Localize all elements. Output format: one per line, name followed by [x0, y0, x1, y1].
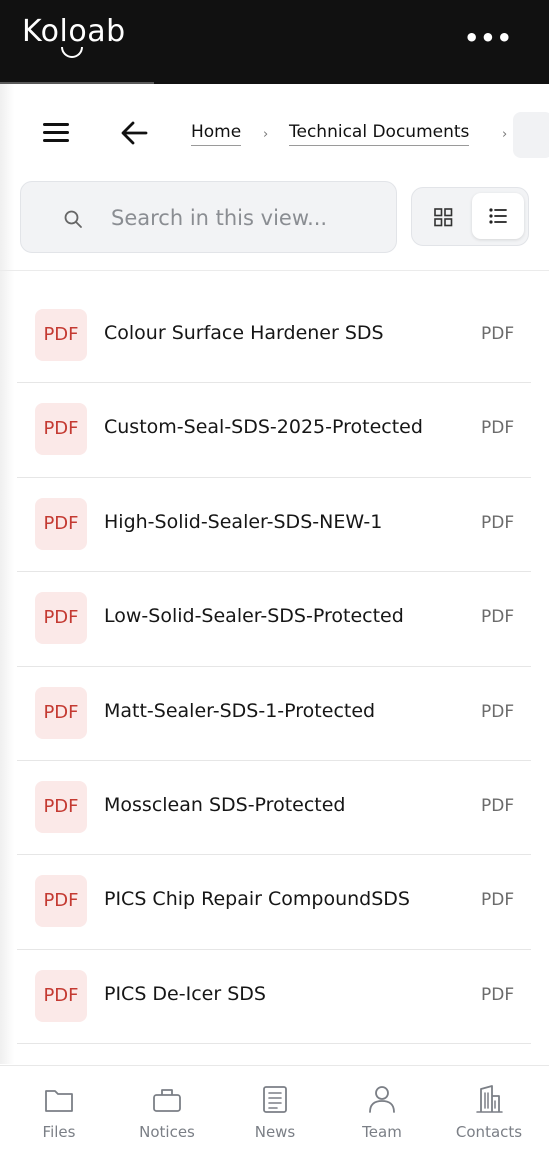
newspaper-icon: [263, 1086, 287, 1113]
grid-icon: [434, 208, 453, 227]
file-name: PICS De-Icer SDS: [104, 982, 266, 1005]
file-type: PDF: [481, 984, 515, 1005]
section-divider: [0, 270, 549, 271]
file-type: PDF: [481, 324, 515, 344]
more-options-icon[interactable]: •••: [464, 26, 513, 50]
pdf-file-icon: PDF: [35, 309, 87, 361]
logo-smile-mark: [61, 47, 83, 58]
file-row[interactable]: PDF Mossclean SDS-Protected PDF: [17, 761, 531, 856]
back-arrow-icon[interactable]: [120, 120, 148, 146]
tab-news-label: News: [254, 1123, 296, 1141]
search-input[interactable]: [111, 202, 381, 234]
file-name: Custom-Seal-SDS-2025-Protected: [104, 416, 423, 439]
folder-icon: [45, 1090, 73, 1112]
file-row[interactable]: PDF PICS De-Icer SDS PDF: [17, 950, 531, 1045]
loading-progress-bar: [0, 82, 154, 84]
menu-icon[interactable]: [43, 123, 69, 143]
app-logo: Koloab: [22, 14, 126, 49]
file-type: PDF: [481, 607, 515, 628]
file-name: Mossclean SDS-Protected: [104, 793, 346, 816]
file-row[interactable]: PDF Colour Surface Hardener SDS PDF: [17, 289, 531, 384]
file-list: PDF Colour Surface Hardener SDS PDF PDF …: [17, 289, 531, 1045]
tab-files-label: Files: [42, 1123, 76, 1141]
tab-files[interactable]: Files: [4, 1066, 114, 1159]
file-name: High-Solid-Sealer-SDS-NEW-1: [104, 510, 383, 533]
pdf-file-icon: PDF: [35, 686, 87, 739]
breadcrumb-technical-documents[interactable]: Technical Documents: [289, 122, 470, 146]
file-row[interactable]: PDF PICS Chip Repair CompoundSDS PDF: [17, 855, 531, 950]
tab-notices[interactable]: Notices: [112, 1066, 222, 1159]
person-icon: [369, 1086, 395, 1113]
file-type: PDF: [481, 512, 515, 533]
view-toggle: [411, 187, 529, 246]
file-type: PDF: [481, 890, 515, 911]
bottom-navigation: Files Notices News Team Contacts: [0, 1065, 549, 1159]
file-type: PDF: [481, 418, 515, 439]
search-icon: [64, 210, 82, 228]
list-view-button[interactable]: [472, 193, 524, 239]
list-icon: [489, 208, 507, 224]
breadcrumb-separator: ›: [502, 127, 508, 142]
tab-team[interactable]: Team: [327, 1066, 437, 1159]
file-name: Low-Solid-Sealer-SDS-Protected: [104, 605, 404, 628]
tab-notices-label: Notices: [139, 1123, 195, 1141]
briefcase-icon: [153, 1089, 181, 1112]
breadcrumb-home[interactable]: Home: [191, 122, 242, 146]
tab-contacts-label: Contacts: [455, 1123, 523, 1141]
breadcrumb-separator: ›: [263, 127, 269, 142]
breadcrumb-overflow-item[interactable]: [513, 112, 549, 158]
tab-contacts[interactable]: Contacts: [434, 1066, 544, 1159]
pdf-file-icon: PDF: [35, 780, 87, 833]
pdf-file-icon: PDF: [35, 592, 87, 645]
file-row[interactable]: PDF High-Solid-Sealer-SDS-NEW-1 PDF: [17, 478, 531, 573]
file-row[interactable]: PDF Low-Solid-Sealer-SDS-Protected PDF: [17, 572, 531, 667]
tab-news[interactable]: News: [220, 1066, 330, 1159]
grid-view-button[interactable]: [422, 194, 464, 239]
building-icon: [476, 1085, 503, 1113]
drawer-edge-shadow: [0, 84, 14, 1064]
pdf-file-icon: PDF: [35, 875, 87, 928]
file-type: PDF: [481, 795, 515, 816]
app-header: Koloab •••: [0, 0, 549, 84]
search-box: [20, 181, 397, 253]
pdf-file-icon: PDF: [35, 969, 87, 1022]
file-row[interactable]: PDF Custom-Seal-SDS-2025-Protected PDF: [17, 383, 531, 478]
file-name: Matt-Sealer-SDS-1-Protected: [104, 699, 376, 722]
tab-team-label: Team: [362, 1123, 402, 1141]
pdf-file-icon: PDF: [35, 403, 87, 456]
navigation-bar: Home › Technical Documents ›: [0, 100, 549, 170]
file-row[interactable]: PDF Matt-Sealer-SDS-1-Protected PDF: [17, 667, 531, 761]
pdf-file-icon: PDF: [35, 497, 87, 550]
file-name: PICS Chip Repair CompoundSDS: [104, 888, 410, 911]
file-type: PDF: [481, 701, 515, 722]
file-name: Colour Surface Hardener SDS: [104, 322, 384, 344]
